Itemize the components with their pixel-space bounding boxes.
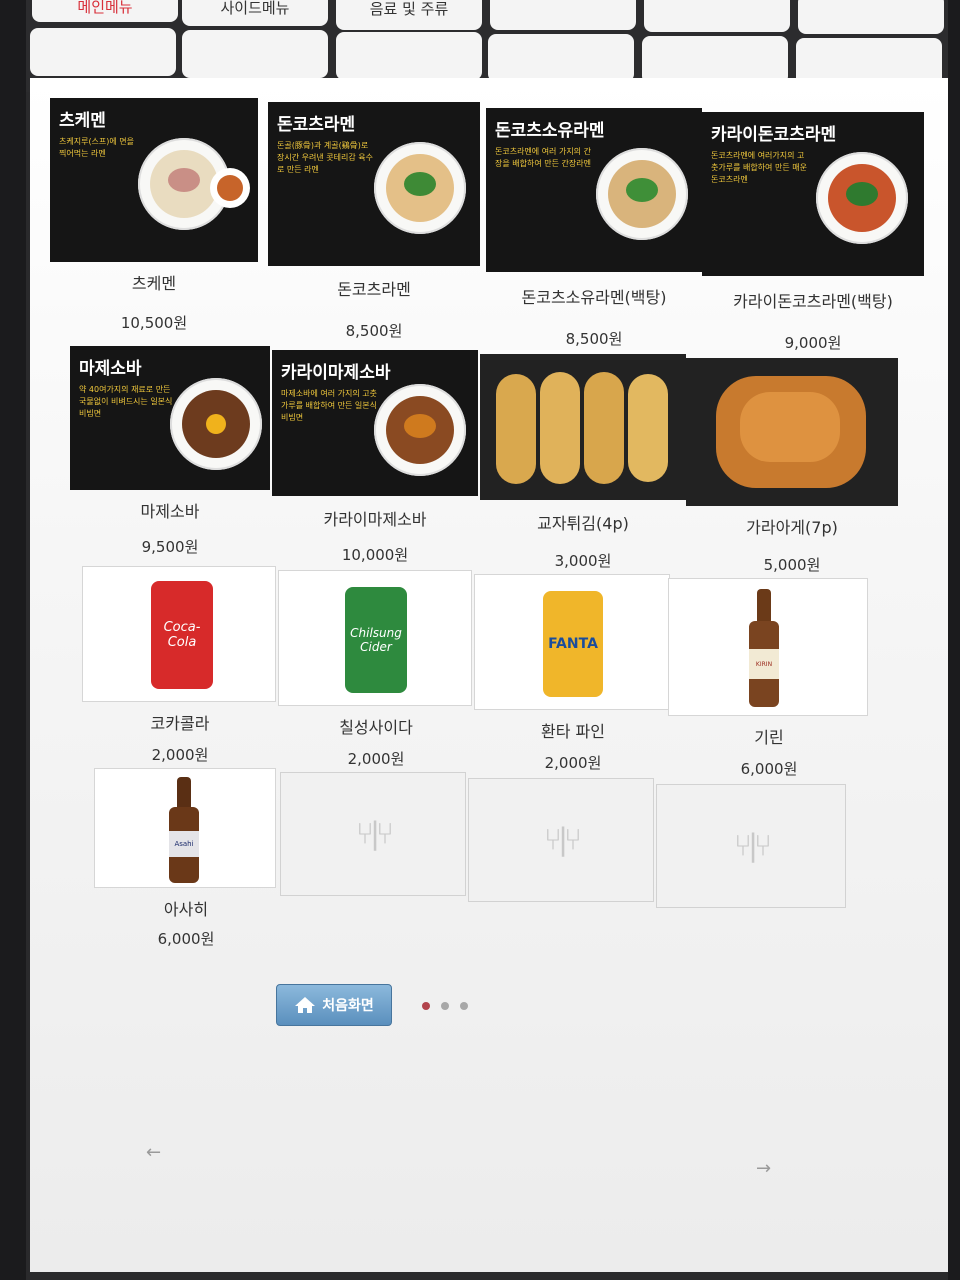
tab-empty-9[interactable] <box>336 32 482 80</box>
menu-item-fanta-pineapple[interactable]: FANTA 환타 파인 2,000원 <box>474 574 672 774</box>
menu-item-mazesoba[interactable]: 마제소바 약 40여가지의 재료로 만든 국물없이 비벼드시는 일본식 비빔면 … <box>70 346 270 566</box>
tab-drinks[interactable]: 음료 및 주류 <box>336 0 482 30</box>
menu-item-chilsung-cider[interactable]: Chilsung Cider 칠성사이다 2,000원 <box>278 570 474 770</box>
kiosk-screen: 메인메뉴 사이드메뉴 음료 및 주류 츠케멘 츠케지루(스프)에 면을 찍어먹는… <box>26 0 948 1280</box>
tonkotsu-shoyu-ramen-image: 돈코츠소유라멘 돈코츠라멘에 여러 가지의 간장을 배합하여 만든 간장라멘 <box>486 108 702 272</box>
ramen-bowl <box>596 148 688 240</box>
home-button[interactable]: 처음화면 <box>276 984 392 1026</box>
menu-item-coca-cola[interactable]: Coca-Cola 코카콜라 2,000원 <box>82 566 278 766</box>
fork-knife-icon: ⑂|⑂ <box>355 816 394 852</box>
next-page-arrow-icon[interactable]: → <box>756 1158 771 1179</box>
empty-menu-slot: ⑂|⑂ <box>656 784 846 908</box>
empty-menu-slot: ⑂|⑂ <box>280 772 466 896</box>
mazesoba-bowl <box>374 384 466 476</box>
tab-empty-5[interactable] <box>644 0 790 32</box>
karaage-image <box>686 358 898 506</box>
menu-grid: 츠케멘 츠케지루(스프)에 면을 찍어먹는 라멘 츠케멘 10,500원 돈코츠… <box>30 78 948 1272</box>
menu-item-tonkotsu-ramen[interactable]: 돈코츠라멘 돈골(豚骨)과 계골(鷄骨)로 장시간 우려낸 콧테리감 육수로 만… <box>268 102 480 342</box>
fanta-pineapple-image: FANTA <box>474 574 670 710</box>
kirin-image: KIRIN <box>668 578 868 716</box>
mazesoba-image: 마제소바 약 40여가지의 재료로 만든 국물없이 비벼드시는 일본식 비빔면 <box>70 346 270 490</box>
chilsung-cider-image: Chilsung Cider <box>278 570 472 706</box>
menu-item-karaage[interactable]: 가라아게(7p) 5,000원 <box>686 358 898 578</box>
menu-item-tonkotsu-shoyu-ramen[interactable]: 돈코츠소유라멘 돈코츠라멘에 여러 가지의 간장을 배합하여 만든 간장라멘 돈… <box>486 108 702 348</box>
home-icon <box>295 997 316 1013</box>
fork-knife-icon: ⑂|⑂ <box>543 822 582 858</box>
empty-menu-slot: ⑂|⑂ <box>468 778 654 902</box>
menu-item-karai-mazesoba[interactable]: 카라이마제소바 마제소바에 여러 가지의 고춧가루를 배합하여 만든 일본식 비… <box>272 350 478 570</box>
tonkotsu-ramen-image: 돈코츠라멘 돈골(豚骨)과 계골(鷄骨)로 장시간 우려낸 콧테리감 육수로 만… <box>268 102 480 266</box>
ramen-bowl <box>374 142 466 234</box>
tab-empty-10[interactable] <box>488 34 634 82</box>
page-dot-3[interactable] <box>460 1002 468 1010</box>
karai-mazesoba-image: 카라이마제소바 마제소바에 여러 가지의 고춧가루를 배합하여 만든 일본식 비… <box>272 350 478 496</box>
dipping-bowl <box>210 168 250 208</box>
menu-item-tsukemen[interactable]: 츠케멘 츠케지루(스프)에 면을 찍어먹는 라멘 츠케멘 10,500원 <box>50 98 258 338</box>
tab-main-menu[interactable]: 메인메뉴 <box>32 0 178 22</box>
fork-knife-icon: ⑂|⑂ <box>733 828 772 864</box>
menu-item-asahi[interactable]: Asahi 아사히 6,000원 <box>94 768 278 948</box>
menu-item-kirin[interactable]: KIRIN 기린 6,000원 <box>668 578 870 778</box>
prev-page-arrow-icon[interactable]: ← <box>146 1142 161 1163</box>
menu-item-karai-tonkotsu-ramen[interactable]: 카라이돈코츠라멘 돈코츠라멘에 여러가지의 고춧가루를 배합하여 만든 매운돈코… <box>702 112 924 352</box>
tab-empty-6[interactable] <box>798 0 944 34</box>
tsukemen-image: 츠케멘 츠케지루(스프)에 면을 찍어먹는 라멘 <box>50 98 258 262</box>
page-dot-1[interactable] <box>422 1002 430 1010</box>
menu-item-gyoza[interactable]: 교자튀김(4p) 3,000원 <box>480 354 686 574</box>
tab-empty-4[interactable] <box>490 0 636 30</box>
mazesoba-bowl <box>170 378 262 470</box>
tab-side-menu[interactable]: 사이드메뉴 <box>182 0 328 26</box>
karai-tonkotsu-ramen-image: 카라이돈코츠라멘 돈코츠라멘에 여러가지의 고춧가루를 배합하여 만든 매운돈코… <box>702 112 924 276</box>
tab-empty-8[interactable] <box>182 30 328 78</box>
tab-empty-7[interactable] <box>30 28 176 76</box>
asahi-image: Asahi <box>94 768 276 888</box>
coca-cola-image: Coca-Cola <box>82 566 276 702</box>
tab-empty-11[interactable] <box>642 36 788 84</box>
ramen-bowl <box>816 152 908 244</box>
gyoza-image <box>480 354 686 500</box>
page-dot-2[interactable] <box>441 1002 449 1010</box>
